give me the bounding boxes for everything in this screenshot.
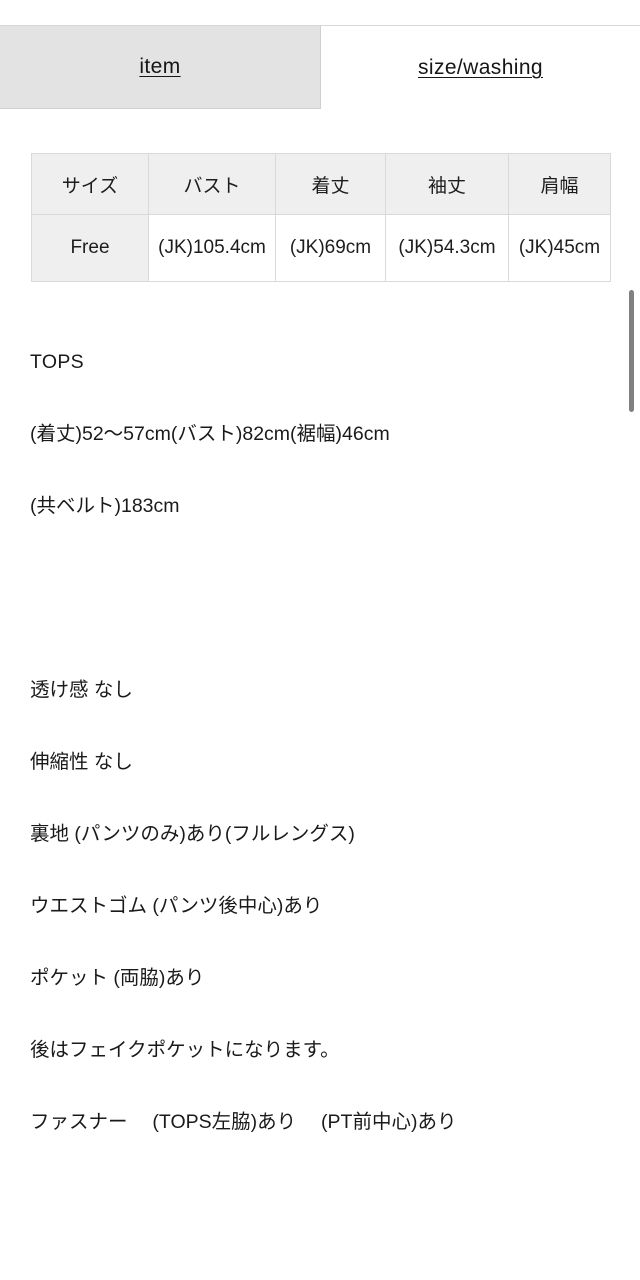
table-row: Free (JK)105.4cm (JK)69cm (JK)54.3cm (JK… [31,214,611,282]
scrollbar-track[interactable] [628,0,640,640]
description-block: TOPS (着丈)52〜57cm(バスト)82cm(裾幅)46cm (共ベルト)… [30,302,610,1280]
desc-feature-stretch: 伸縮性 なし [30,751,133,773]
size-table: サイズ バスト 着丈 袖丈 肩幅 Free (JK)105.4cm (JK)69… [31,153,611,282]
table-header-cell-shoulder: 肩幅 [508,153,611,215]
desc-measure-title: TOPS [30,351,84,373]
desc-feature-fake-pocket: 後はフェイクポケットになります。 [30,1039,340,1061]
table-header-cell-bust: バスト [148,153,276,215]
table-header-cell-sleeve: 袖丈 [385,153,509,215]
desc-feature-lining: 裏地 (パンツのみ)あり(フルレングス) [30,823,355,845]
desc-measure-line-1: (着丈)52〜57cm(バスト)82cm(裾幅)46cm [30,423,390,445]
desc-spacer-1 [30,590,610,606]
tab-item[interactable]: item [0,26,321,109]
desc-feature-waist-elastic: ウエストゴム (パンツ後中心)あり [30,895,323,917]
desc-feature-zipper: ファスナー (TOPS左脇)あり (PT前中心)あり [30,1111,457,1133]
table-cell-bust: (JK)105.4cm [148,214,276,282]
table-cell-size: Free [31,214,149,282]
table-cell-sleeve: (JK)54.3cm [385,214,509,282]
desc-spacer-2 [30,1206,610,1222]
desc-feature-sheerness: 透け感 なし [30,679,133,701]
table-header-row: サイズ バスト 着丈 袖丈 肩幅 [31,153,611,215]
table-header-cell-length: 着丈 [275,153,386,215]
table-cell-shoulder: (JK)45cm [508,214,611,282]
tab-bar: item size/washing [0,25,640,109]
desc-feature-pocket: ポケット (両脇)あり [30,967,205,989]
tab-size-washing-label: size/washing [417,55,544,79]
table-header-cell-size: サイズ [31,153,149,215]
tab-size-washing[interactable]: size/washing [321,26,640,109]
tab-item-label: item [139,55,181,78]
scrollbar-thumb[interactable] [629,290,634,412]
desc-measure-line-2: (共ベルト)183cm [30,495,180,517]
table-cell-length: (JK)69cm [275,214,386,282]
